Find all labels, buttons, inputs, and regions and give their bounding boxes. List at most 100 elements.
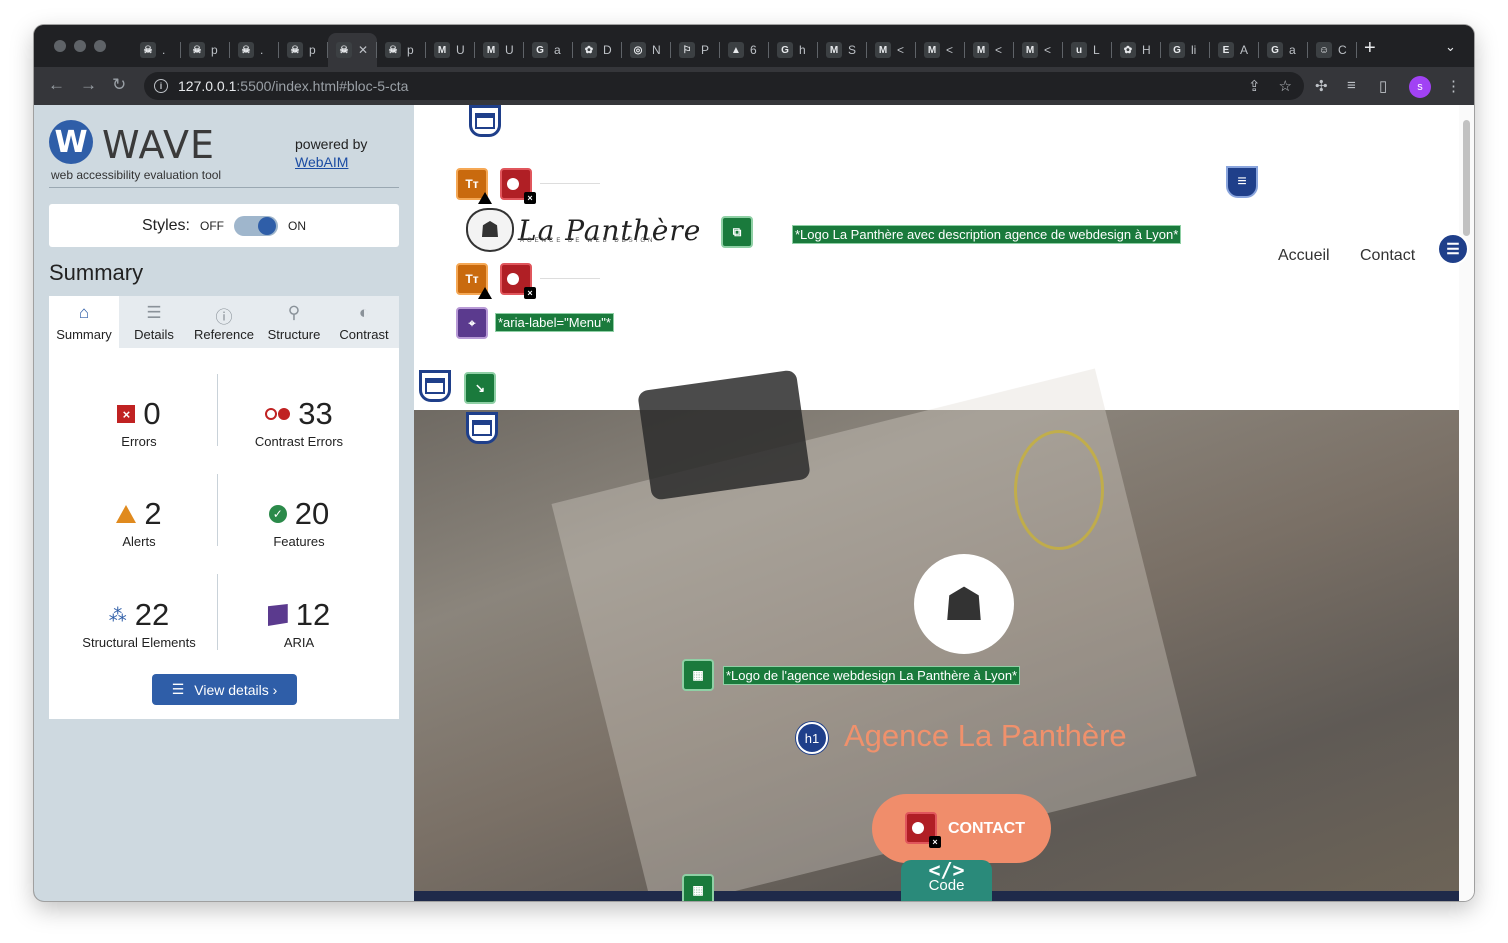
side-panel-icon[interactable]: ▯	[1379, 77, 1387, 95]
browser-tab[interactable]: Gh	[769, 33, 818, 67]
aria-label-tag-icon[interactable]: ⌖	[456, 307, 488, 339]
browser-tab[interactable]: ✿ H	[1112, 33, 1161, 67]
page-scrollbar[interactable]	[1459, 105, 1474, 901]
address-bar[interactable]: i 127.0.0.1:5500/index.html#bloc-5-cta ⇪…	[144, 72, 1304, 100]
tab-search-chevron-icon[interactable]: ⌄	[1445, 39, 1456, 55]
back-arrow-icon[interactable]: ←	[48, 75, 65, 95]
tab-title: a	[1289, 43, 1296, 57]
new-tab-button[interactable]: +	[1364, 37, 1376, 60]
structure-region-icon-2[interactable]	[419, 370, 451, 402]
minimize-window-button[interactable]	[74, 40, 86, 52]
browser-tab[interactable]: MS	[818, 33, 867, 67]
tab-favicon-icon: G	[777, 42, 793, 58]
browser-tab[interactable]: M <	[867, 33, 916, 67]
code-toggle-tab[interactable]: </> Code	[901, 860, 992, 901]
bookmark-star-icon[interactable]: ☆	[1279, 77, 1292, 95]
zoom-window-button[interactable]	[94, 40, 106, 52]
tab-favicon-icon: ☠	[336, 42, 352, 58]
tab-title: S	[848, 43, 857, 57]
hero-panther-logo: ☗	[914, 554, 1014, 654]
close-window-button[interactable]	[54, 40, 66, 52]
errors-stat[interactable]: × 0 Errors	[59, 396, 219, 449]
forward-arrow-icon[interactable]: →	[80, 75, 97, 95]
styles-toggle[interactable]	[234, 215, 278, 236]
alerts-label: Alerts	[122, 534, 156, 549]
browser-tab[interactable]: ☠ p	[377, 33, 426, 67]
webaim-link[interactable]: WebAIM	[295, 153, 367, 171]
features-stat[interactable]: ✓ 20 Features	[219, 496, 379, 549]
list-structure-icon[interactable]: ≡	[1226, 166, 1258, 198]
contact-cta-button[interactable]: CONTACT	[872, 794, 1051, 863]
aria-stat[interactable]: 12 ARIA	[219, 597, 379, 650]
text-size-label: Tт	[465, 177, 479, 191]
browser-tab[interactable]: EA	[1210, 33, 1259, 67]
nav-contact[interactable]: Contact	[1360, 247, 1415, 265]
styles-on-label: ON	[288, 218, 306, 233]
share-icon[interactable]: ⇪	[1248, 77, 1261, 95]
browser-tab[interactable]: Ga	[1259, 33, 1308, 67]
browser-tab[interactable]: MU	[475, 33, 524, 67]
hero-phone-image	[637, 369, 811, 501]
scrollbar-thumb[interactable]	[1463, 120, 1470, 236]
browser-tab[interactable]: ☠.	[230, 33, 279, 67]
browser-tab[interactable]: ☠.	[132, 33, 181, 67]
skip-link-icon[interactable]: ↘	[464, 372, 496, 404]
extensions-puzzle-icon[interactable]: ✣	[1315, 77, 1328, 95]
contrast-count: 33	[298, 396, 333, 431]
alerts-stat[interactable]: 2 Alerts	[59, 496, 219, 549]
alert-small-text-icon[interactable]: Tт	[456, 168, 492, 204]
reload-icon[interactable]: ↻	[112, 75, 126, 95]
tab-details[interactable]: ☰ Details	[119, 296, 189, 348]
browser-tab[interactable]: ⚐ P	[671, 33, 720, 67]
contrast-error-cta-icon[interactable]: ×	[905, 812, 941, 848]
view-details-button[interactable]: ☰ View details ›	[152, 674, 297, 705]
styles-off-label: OFF	[200, 218, 224, 233]
styles-toggle-box: Styles: OFF ON	[49, 204, 399, 247]
browser-tab[interactable]: M <	[916, 33, 965, 67]
site-info-icon[interactable]: i	[154, 79, 168, 93]
tab-separator	[1356, 42, 1357, 58]
browser-menu-icon[interactable]: ⋮	[1446, 77, 1461, 95]
contrast-errors-stat[interactable]: 33 Contrast Errors	[219, 396, 379, 449]
alert-small-text-icon-2[interactable]: Tт	[456, 263, 492, 299]
browser-tab[interactable]: MU	[426, 33, 475, 67]
site-logo[interactable]: ☗ La Panthère	[466, 208, 701, 252]
aria-count: 12	[295, 597, 331, 632]
contrast-label: Contrast Errors	[254, 434, 344, 449]
browser-tab[interactable]: ◎ N	[622, 33, 671, 67]
browser-tab[interactable]: ☠ p	[279, 33, 328, 67]
browser-tab[interactable]: ✿ D	[573, 33, 622, 67]
image-alt-icon[interactable]: ▦	[682, 659, 714, 691]
image-feature-icon[interactable]: ▦	[682, 874, 714, 901]
browser-tab[interactable]: ☠ p	[181, 33, 230, 67]
tab-structure[interactable]: ⚲ Structure	[259, 296, 329, 348]
contrast-icon: ◐	[358, 302, 370, 322]
tab-favicon-icon: M	[826, 42, 842, 58]
tab-reference[interactable]: ⓘ Reference	[189, 296, 259, 348]
profile-avatar[interactable]: s	[1409, 76, 1431, 98]
browser-tab[interactable]: Gli	[1161, 33, 1210, 67]
linked-image-icon[interactable]: ⧉	[721, 216, 753, 248]
browser-tab[interactable]: M <	[965, 33, 1014, 67]
heading-h1-icon[interactable]: h1	[796, 722, 828, 754]
reading-list-icon[interactable]: ≡	[1347, 77, 1356, 94]
contrast-error-icon	[265, 408, 291, 420]
browser-tab[interactable]: Ga	[524, 33, 573, 67]
list-structure-round-icon[interactable]: ☰	[1437, 233, 1469, 265]
browser-tab[interactable]: ▲ 6	[720, 33, 769, 67]
browser-tab[interactable]: M <	[1014, 33, 1063, 67]
tab-favicon-icon: M	[434, 42, 450, 58]
tab-label: Reference	[194, 326, 254, 342]
structure-region-icon-3[interactable]	[466, 412, 498, 444]
hero-alt-text-label: *Logo de l'agence webdesign La Panthère …	[723, 666, 1021, 685]
browser-tab[interactable]: ☺ C	[1308, 33, 1357, 67]
browser-tab[interactable]: ☠ ✕	[328, 33, 377, 67]
structural-stat[interactable]: ⁂ 22 Structural Elements	[59, 597, 219, 650]
nav-accueil[interactable]: Accueil	[1278, 247, 1330, 265]
tab-summary[interactable]: ⌂ Summary	[49, 296, 119, 348]
structure-region-icon[interactable]	[469, 105, 501, 137]
contrast-error-marker-icon-2[interactable]: ×	[500, 263, 536, 299]
tab-contrast[interactable]: ◐ Contrast	[329, 296, 399, 348]
contrast-error-marker-icon[interactable]: ×	[500, 168, 536, 204]
browser-tab[interactable]: uL	[1063, 33, 1112, 67]
